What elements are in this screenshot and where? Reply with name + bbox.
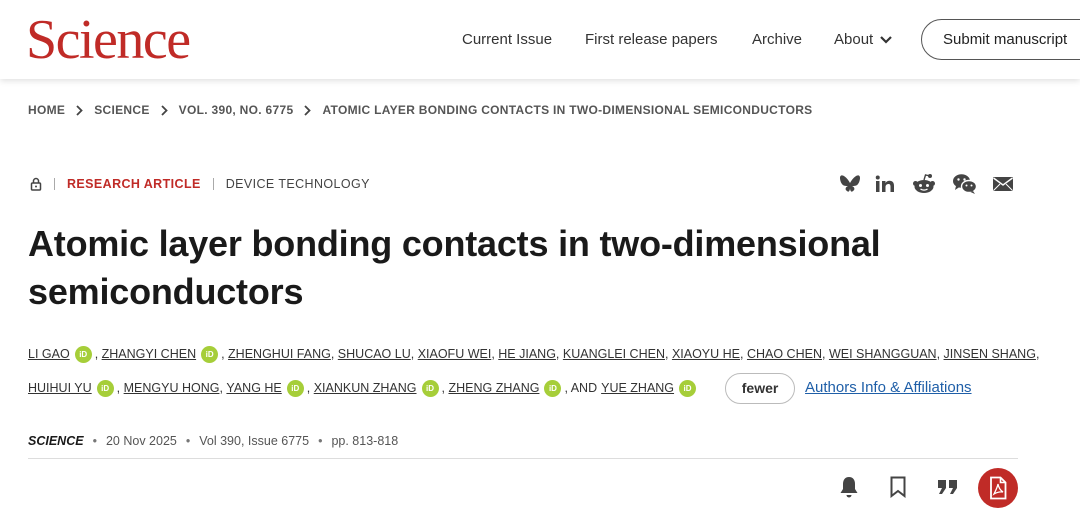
quote-icon[interactable] [933, 472, 963, 502]
publication-date: 20 Nov 2025 [105, 434, 177, 448]
article-category[interactable]: DEVICE TECHNOLOGY [226, 177, 370, 191]
chevron-right-icon [304, 104, 312, 116]
wechat-icon[interactable] [952, 172, 978, 196]
authors-list-continued: HUIHUI YU iD, MENGYU HONG, YANG HE iD, XIA… [28, 372, 972, 404]
authors-list: LI GAO iD, ZHANGYI CHEN iD, ZHENGHUI FANG,… [28, 344, 1039, 364]
author-separator: , [664, 347, 672, 361]
reddit-icon[interactable] [911, 172, 937, 196]
bell-icon[interactable] [834, 472, 864, 502]
science-logo[interactable]: Science [26, 10, 191, 70]
author-separator: , [936, 347, 944, 361]
orcid-icon[interactable]: iD [96, 379, 114, 397]
chevron-right-icon [76, 104, 83, 116]
nav-about-label: About [834, 31, 874, 48]
author-link[interactable]: ZHANGYI CHEN [102, 344, 196, 364]
divider [54, 178, 55, 190]
pdf-download-button[interactable] [978, 468, 1018, 508]
author-link[interactable]: YANG HE [226, 378, 281, 398]
breadcrumb-home[interactable]: HOME [28, 103, 65, 117]
bookmark-icon[interactable] [883, 472, 913, 502]
divider [212, 178, 214, 190]
separator-dot: • [185, 434, 191, 448]
author-separator: , [221, 347, 229, 361]
bluesky-icon[interactable] [837, 172, 863, 196]
author-link[interactable]: SHUCAO LU [338, 344, 411, 364]
separator-dot: • [92, 434, 97, 448]
email-icon[interactable] [990, 172, 1016, 196]
orcid-icon[interactable]: iD [286, 379, 304, 397]
author-link[interactable]: HE JIANG [498, 344, 556, 364]
nav-about[interactable]: About [834, 28, 893, 52]
nav-current-issue[interactable]: Current Issue [462, 28, 552, 52]
pdf-icon [990, 476, 1007, 500]
author-link[interactable]: XIAOFU WEI [418, 344, 492, 364]
author-link[interactable]: XIANKUN ZHANG [314, 378, 417, 398]
author-link[interactable]: KUANGLEI CHEN [563, 344, 665, 364]
orcid-icon[interactable]: iD [201, 345, 219, 363]
author-separator: , [821, 347, 829, 361]
author-link[interactable]: ZHENG ZHANG [448, 378, 539, 398]
article-title-line-2: semiconductors [28, 271, 304, 312]
article-title: Atomic layer bonding contacts in two-dim… [28, 220, 1028, 316]
and-label: , AND [564, 381, 598, 395]
article-meta-row: RESEARCH ARTICLE DEVICE TECHNOLOGY [30, 176, 370, 192]
author-link[interactable]: ZHENGHUI FANG [228, 344, 331, 364]
journal-name[interactable]: SCIENCE [28, 434, 84, 448]
article-title-line-1: Atomic layer bonding contacts in two-dim… [28, 223, 881, 264]
author-separator: , [219, 381, 227, 395]
author-link[interactable]: XIAOYU HE [672, 344, 740, 364]
author-separator: , [94, 347, 102, 361]
author-separator: , [740, 347, 747, 361]
breadcrumb-volume[interactable]: VOL. 390, NO. 6775 [179, 103, 294, 117]
orcid-icon[interactable]: iD [421, 379, 439, 397]
orcid-icon[interactable]: iD [74, 345, 92, 363]
author-separator: , [555, 347, 563, 361]
author-link[interactable]: MENGYU HONG [124, 378, 220, 398]
submit-manuscript-button[interactable]: Submit manuscript [921, 19, 1080, 60]
author-separator: , [330, 347, 338, 361]
author-separator: , [116, 381, 124, 395]
author-separator: , [306, 381, 314, 395]
authors-info-affiliations-link[interactable]: Authors Info & Affiliations [805, 378, 972, 398]
author-link[interactable]: LI GAO [28, 344, 70, 364]
chevron-down-icon [880, 36, 892, 44]
lock-icon [30, 177, 42, 191]
volume-issue[interactable]: Vol 390, Issue 6775 [199, 434, 309, 448]
author-link[interactable]: JINSEN SHANG [944, 344, 1036, 364]
chevron-right-icon [161, 104, 168, 116]
page-range: pp. 813-818 [331, 434, 399, 448]
site-header: Science Current Issue First release pape… [0, 0, 1080, 79]
publication-info: SCIENCE • 20 Nov 2025 • Vol 390, Issue 6… [28, 433, 398, 449]
author-link[interactable]: HUIHUI YU [28, 378, 92, 398]
author-link[interactable]: CHAO CHEN [747, 344, 822, 364]
orcid-icon[interactable]: iD [544, 379, 562, 397]
authors-group: HUIHUI YU iD, MENGYU HONG, YANG HE iD, XIA… [28, 378, 564, 398]
author-separator: , [410, 347, 418, 361]
orcid-icon[interactable]: iD [679, 379, 697, 397]
nav-archive[interactable]: Archive [752, 28, 802, 52]
breadcrumb: HOME SCIENCE VOL. 390, NO. 6775 ATOMIC L… [28, 102, 812, 118]
author-separator: , [441, 381, 449, 395]
author-link[interactable]: YUE ZHANG [601, 378, 674, 398]
fewer-authors-button[interactable]: fewer [725, 372, 796, 404]
author-separator: , [1035, 347, 1040, 361]
linkedin-icon[interactable] [872, 172, 898, 196]
breadcrumb-article: ATOMIC LAYER BONDING CONTACTS IN TWO-DIM… [322, 103, 813, 117]
divider [28, 458, 1018, 459]
author-separator: , [491, 347, 499, 361]
article-type: RESEARCH ARTICLE [67, 177, 201, 191]
separator-dot: • [318, 434, 323, 448]
nav-first-release[interactable]: First release papers [585, 28, 718, 52]
author-link[interactable]: WEI SHANGGUAN [829, 344, 937, 364]
breadcrumb-science[interactable]: SCIENCE [94, 103, 149, 117]
